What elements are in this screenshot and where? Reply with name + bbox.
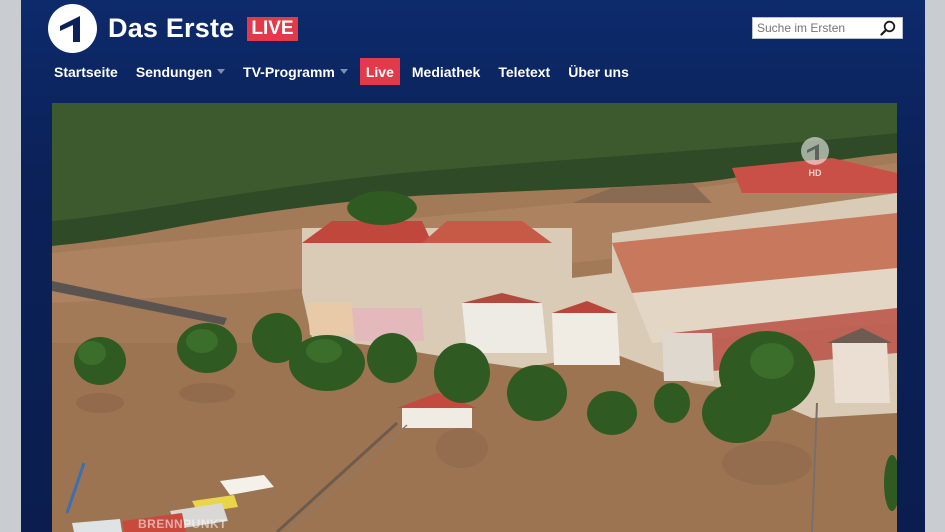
chevron-down-icon <box>339 69 348 74</box>
live-video-player[interactable]: HD BRENNPUNKT <box>52 103 897 532</box>
program-watermark: BRENNPUNKT <box>138 517 227 531</box>
das-erste-logo-icon <box>48 4 97 53</box>
hd-label: HD <box>809 168 822 178</box>
header-logo[interactable]: Das Erste LIVE <box>48 4 298 53</box>
nav-item-teletext[interactable]: Teletext <box>492 58 556 85</box>
nav-item-sendungen[interactable]: Sendungen <box>130 58 231 85</box>
chevron-down-icon <box>217 69 226 74</box>
live-badge: LIVE <box>247 16 298 41</box>
nav-label: Startseite <box>54 63 118 80</box>
page-container: Das Erste LIVE Startseite Sendungen TV-P… <box>21 0 925 532</box>
nav-label: Über uns <box>568 63 629 80</box>
nav-item-tv-programm[interactable]: TV-Programm <box>237 58 354 85</box>
main-nav: Startseite Sendungen TV-Programm Live Me… <box>48 58 641 85</box>
nav-item-startseite[interactable]: Startseite <box>48 58 124 85</box>
search-icon[interactable] <box>877 18 899 38</box>
nav-item-live[interactable]: Live <box>359 58 400 85</box>
hd-channel-logo: HD <box>799 135 831 179</box>
nav-label: Sendungen <box>135 63 213 80</box>
nav-label: Mediathek <box>411 63 481 80</box>
nav-label: TV-Programm <box>243 63 335 80</box>
search-input[interactable] <box>753 18 877 38</box>
brand-title: Das Erste <box>108 13 235 43</box>
video-frame-flood-scene <box>52 103 897 532</box>
nav-label: Live <box>365 63 394 80</box>
nav-item-mediathek[interactable]: Mediathek <box>406 58 486 85</box>
nav-item-ueber-uns[interactable]: Über uns <box>562 58 635 85</box>
search-box <box>752 17 903 39</box>
nav-label: Teletext <box>498 63 551 80</box>
